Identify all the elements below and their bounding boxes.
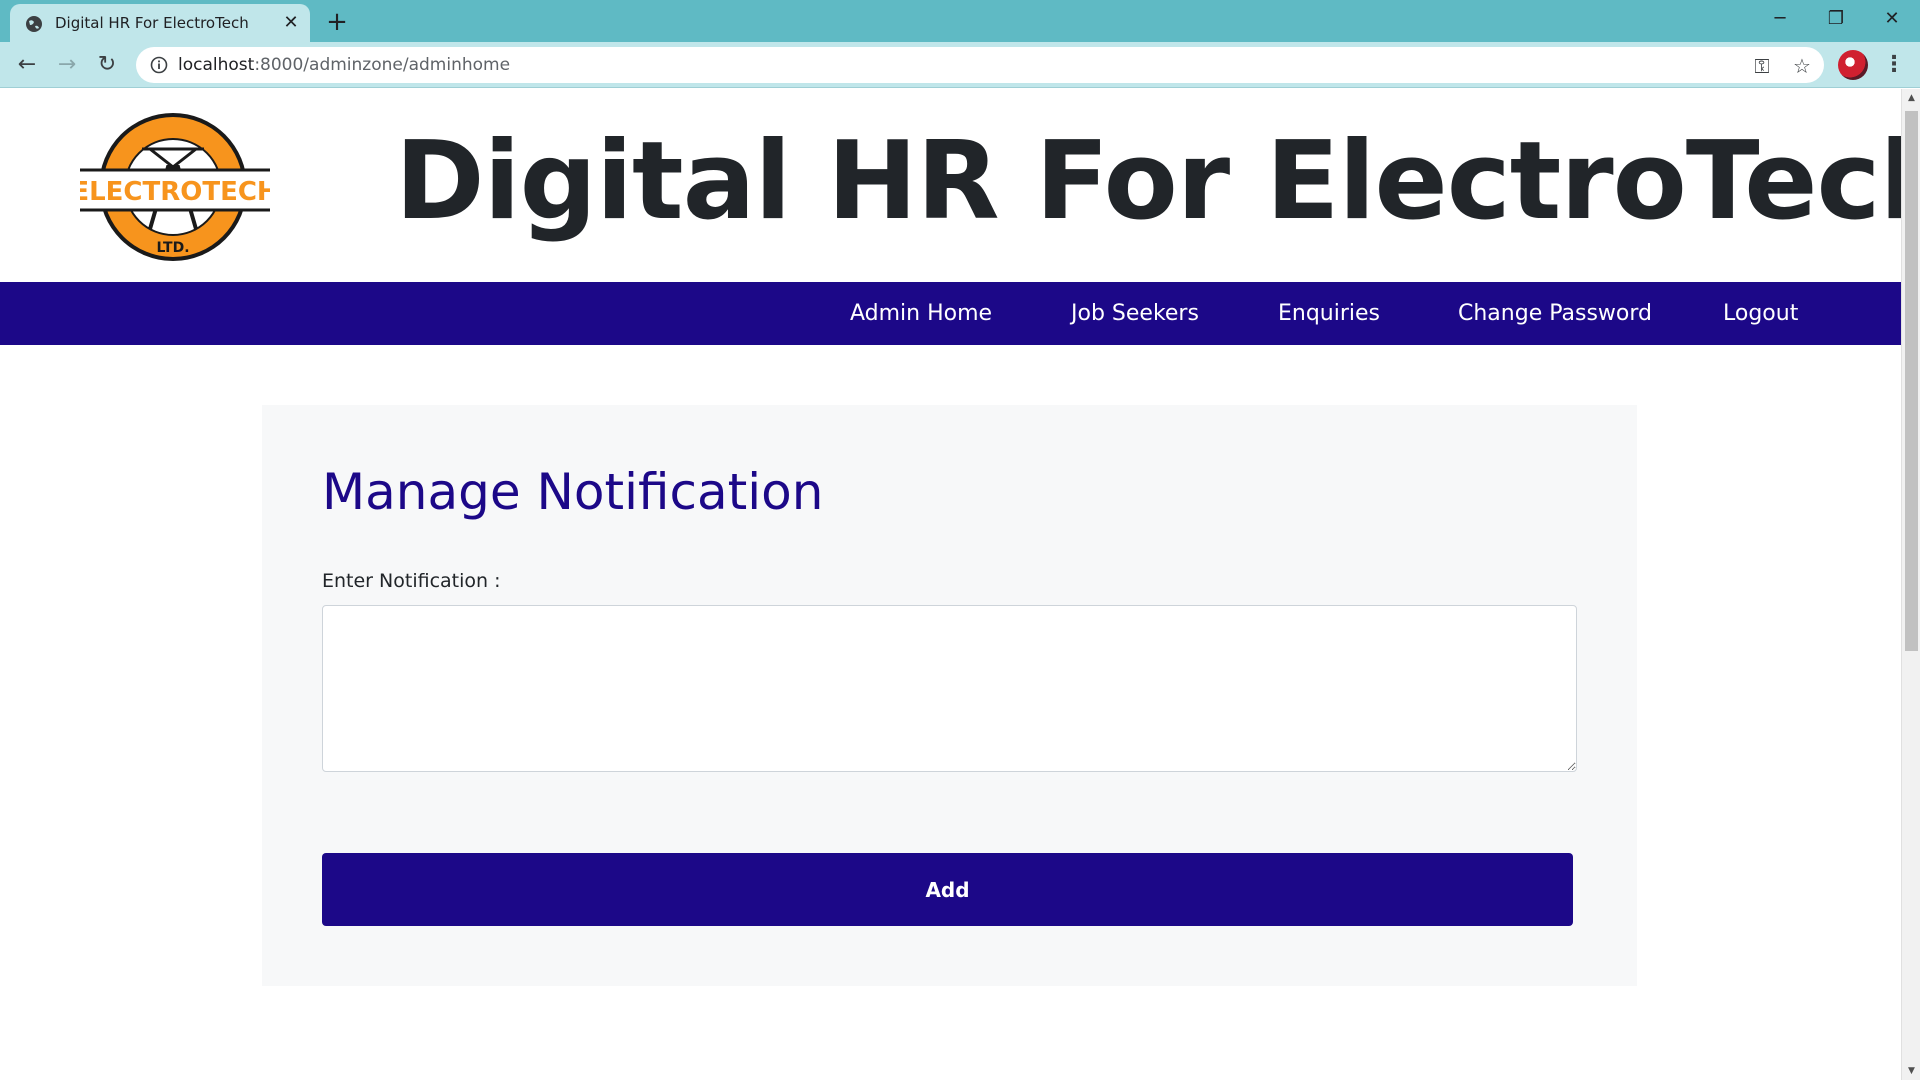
browser-tab[interactable]: Digital HR For ElectroTech ✕ [10,4,310,42]
site-title: Digital HR For ElectroTech [395,119,1901,244]
tab-close-icon[interactable]: ✕ [280,12,302,34]
star-icon[interactable]: ☆ [1790,54,1814,78]
site-header: ELECTROTECH LTD. Digital HR For ElectroT… [0,89,1901,282]
key-icon[interactable]: ⚿ [1750,54,1774,78]
url-text[interactable]: localhost:8000/adminzone/adminhome [178,55,510,75]
profile-avatar[interactable] [1838,50,1868,80]
browser-tab-strip: Digital HR For ElectroTech ✕ + ─ ❐ ✕ [0,0,1920,42]
add-button[interactable]: Add [322,853,1573,926]
electrotech-logo: ELECTROTECH LTD. [80,113,270,261]
notification-card: Manage Notification Enter Notification :… [262,405,1637,986]
nav-enquiries[interactable]: Enquiries [1278,282,1380,345]
globe-icon [26,16,42,32]
svg-text:ELECTROTECH: ELECTROTECH [80,177,270,207]
back-arrow-icon[interactable]: ← [11,49,43,81]
tab-title: Digital HR For ElectroTech [55,14,249,32]
minimize-icon[interactable]: ─ [1752,0,1808,38]
scrollbar-thumb[interactable] [1905,111,1918,651]
page-scrollbar[interactable]: ▲ ▼ [1901,89,1920,1080]
forward-arrow-icon[interactable]: → [51,49,83,81]
nav-logout[interactable]: Logout [1723,282,1798,345]
reload-icon[interactable]: ↻ [91,49,123,81]
page-viewport: ELECTROTECH LTD. Digital HR For ElectroT… [0,89,1901,1080]
scroll-up-arrow-icon[interactable]: ▲ [1902,89,1920,107]
nav-change-password[interactable]: Change Password [1458,282,1652,345]
scroll-down-arrow-icon[interactable]: ▼ [1902,1062,1920,1080]
nav-job-seekers[interactable]: Job Seekers [1071,282,1199,345]
notification-label: Enter Notification : [322,570,501,592]
browser-menu-icon[interactable]: ⋮ [1880,49,1908,81]
notification-textarea[interactable] [322,605,1577,772]
main-navbar: Admin Home Job Seekers Enquiries Change … [0,282,1901,345]
nav-admin-home[interactable]: Admin Home [850,282,992,345]
new-tab-plus-icon[interactable]: + [323,8,351,36]
browser-toolbar: ← → ↻ localhost:8000/adminzone/adminhome… [0,42,1920,88]
svg-text:LTD.: LTD. [156,240,189,256]
address-bar[interactable]: localhost:8000/adminzone/adminhome ⚿ ☆ [136,47,1824,83]
info-icon[interactable] [150,56,168,74]
page-title: Manage Notification [322,463,824,521]
close-window-icon[interactable]: ✕ [1864,0,1920,38]
restore-icon[interactable]: ❐ [1808,0,1864,38]
